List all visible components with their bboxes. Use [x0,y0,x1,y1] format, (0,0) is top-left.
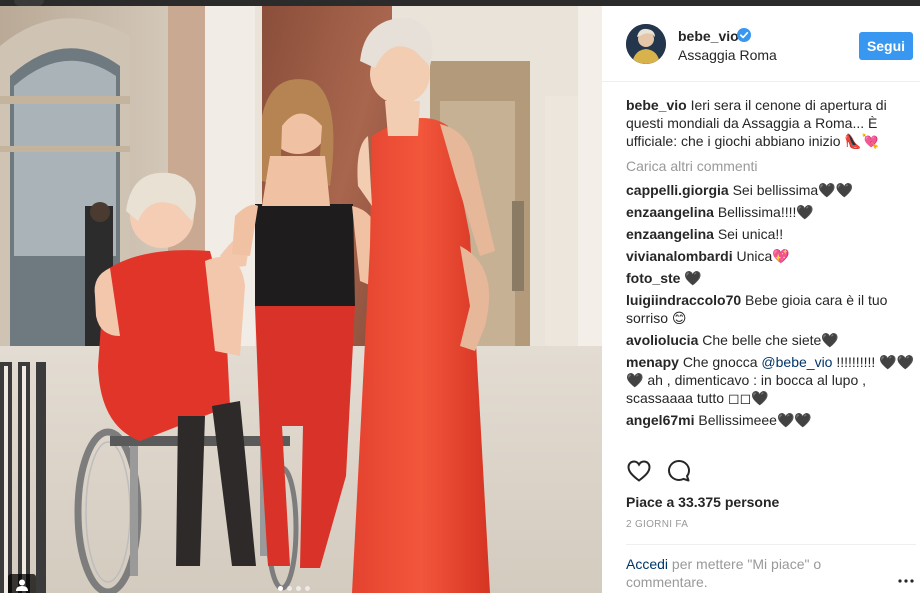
comment-bubble-icon[interactable] [666,458,692,484]
carousel-dot[interactable] [278,586,283,591]
more-options-icon[interactable] [898,572,914,583]
comment-text: Sei bellissima🖤🖤 [732,182,854,198]
comment-item: foto_ste 🖤 [626,269,916,287]
comment-item: avoliolucia Che belle che siete🖤 [626,331,916,349]
comment-item: enzaangelina Sei unica!! [626,225,916,243]
post-header: bebe_vio Assaggia Roma Segui [602,6,920,82]
verified-badge-icon [737,28,751,42]
comment-item: enzaangelina Bellissima!!!!🖤 [626,203,916,221]
comment-username[interactable]: vivianalombardi [626,248,733,264]
login-link[interactable]: Accedi [626,556,668,572]
carousel-indicators[interactable] [278,586,310,591]
comment-text: 🖤 [684,270,702,286]
post-actions [626,458,916,488]
comment-item: menapy Che gnocca @bebe_vio !!!!!!!!!! 🖤… [626,353,916,407]
carousel-dot[interactable] [296,586,301,591]
comment-username[interactable]: angel67mi [626,412,694,428]
comment-item: angel67mi Bellissimeee🖤🖤 [626,411,916,429]
load-more-comments-link[interactable]: Carica altri commenti [626,157,916,175]
comment-item: vivianalombardi Unica💖 [626,247,916,265]
post-caption: bebe_vio Ieri sera il cenone di apertura… [626,96,916,150]
follow-button[interactable]: Segui [859,32,913,60]
login-prompt: Accedi per mettere "Mi piace" o commenta… [626,555,876,591]
user-tag-icon[interactable] [8,574,36,593]
avatar[interactable] [626,24,666,64]
carousel-dot[interactable] [305,586,310,591]
username[interactable]: bebe_vio [678,28,739,44]
comment-text: Unica💖 [736,248,790,264]
comment-item: luigiindraccolo70 Bebe gioia cara è il t… [626,291,916,327]
carousel-dot[interactable] [287,586,292,591]
comment-username[interactable]: menapy [626,354,679,370]
comments-list: bebe_vio Ieri sera il cenone di apertura… [626,96,916,433]
heart-icon[interactable] [626,458,652,484]
caption-username[interactable]: bebe_vio [626,97,687,113]
comment-text: Che belle che siete🖤 [702,332,839,348]
comment-username[interactable]: avoliolucia [626,332,698,348]
comment-username[interactable]: enzaangelina [626,204,714,220]
location-link[interactable]: Assaggia Roma [678,47,777,63]
comment-item: cappelli.giorgia Sei bellissima🖤🖤 [626,181,916,199]
comment-username[interactable]: enzaangelina [626,226,714,242]
comment-username[interactable]: luigiindraccolo70 [626,292,741,308]
post-timestamp[interactable]: 2 GIORNI FA [626,519,688,530]
divider [626,544,916,545]
comment-username[interactable]: cappelli.giorgia [626,182,729,198]
mention-link[interactable]: @bebe_vio [761,354,832,370]
comment-text: Bellissimeee🖤🖤 [698,412,812,428]
comment-username[interactable]: foto_ste [626,270,680,286]
comment-text: Bellissima!!!!🖤 [717,204,814,220]
post-sidebar: bebe_vio Assaggia Roma Segui bebe_vio Ie… [602,6,920,593]
post-photo[interactable] [0,6,602,593]
comment-text: Sei unica!! [717,226,784,242]
likes-count[interactable]: Piace a 33.375 persone [626,494,779,510]
comment-text: Che gnocca [682,354,762,370]
